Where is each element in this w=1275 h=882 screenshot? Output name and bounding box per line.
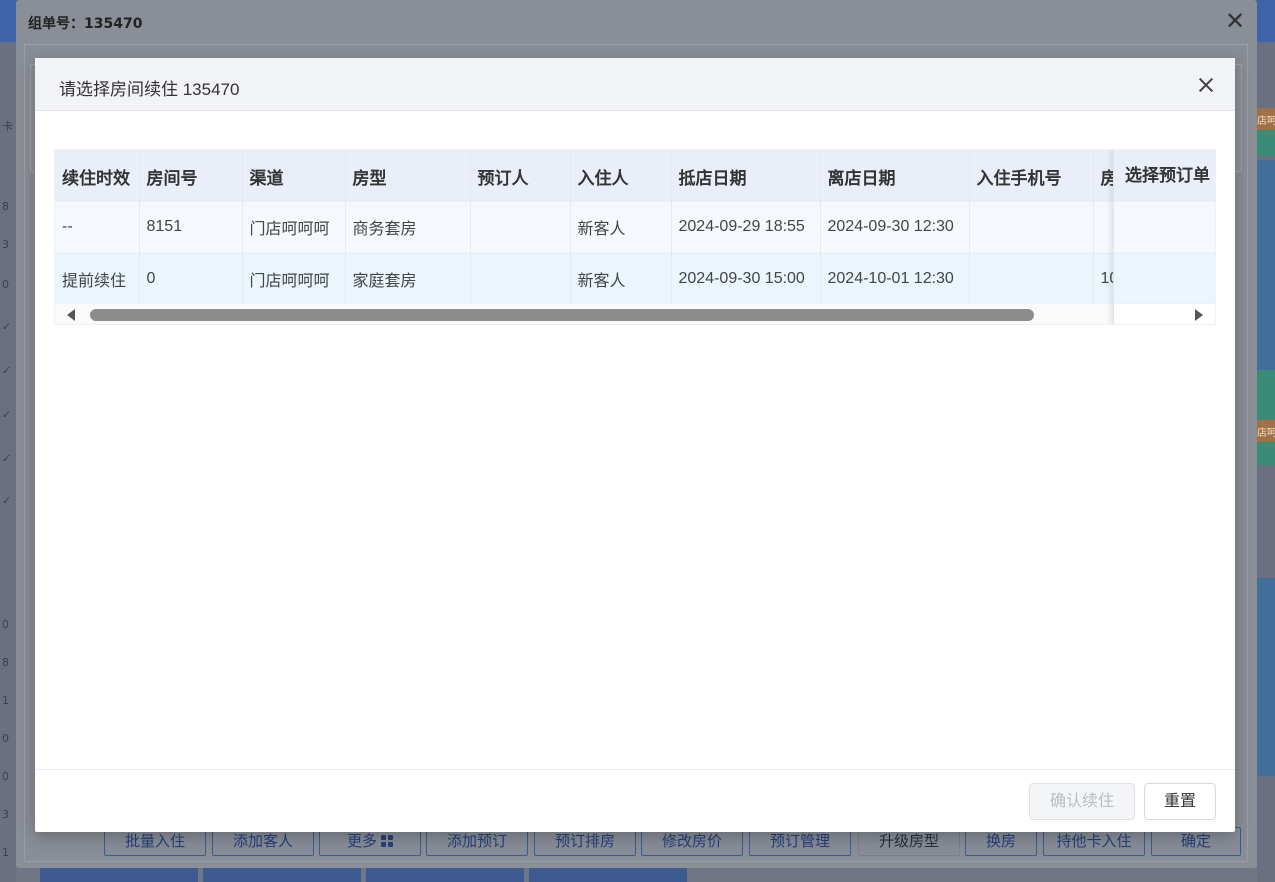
cell-room-type: 商务套房: [345, 202, 471, 254]
scroll-left-icon[interactable]: [67, 309, 75, 321]
cell-room-no: 0: [139, 253, 243, 305]
cell-departure: 2024-10-01 12:30: [820, 253, 970, 305]
cell-phone: [969, 202, 1094, 254]
cell-guest: 新客人: [570, 253, 672, 305]
left-strip-value: 3: [2, 238, 9, 251]
col-header-extend-type[interactable]: 续住时效: [55, 150, 140, 202]
rooms-table-grid: 续住时效 房间号 渠道 房型 预订人 入住人 抵店日期 离店日期 入住手机号 房…: [55, 150, 1134, 305]
bottom-tab[interactable]: [529, 868, 687, 882]
cell-guest: 新客人: [570, 202, 672, 254]
outer-dialog-title: 组单号：135470: [28, 16, 143, 32]
extend-stay-modal: 请选择房间续住 135470 续住时效 房间号 渠道 房型 预订人 入住人 抵店…: [35, 58, 1235, 832]
cell-room-type: 家庭套房: [345, 253, 471, 305]
check-icon: ✓: [2, 320, 12, 333]
modal-footer: 确认续住 重置: [35, 769, 1235, 832]
col-header-arrival[interactable]: 抵店日期: [671, 150, 821, 202]
cell-arrival: 2024-09-29 18:55: [671, 202, 821, 254]
cell-room-no: 8151: [139, 202, 243, 254]
modal-title: 请选择房间续住 135470: [59, 80, 240, 99]
horizontal-scrollbar[interactable]: [55, 304, 1113, 324]
room-card: [1257, 160, 1275, 370]
scrollbar-thumb[interactable]: [90, 309, 1034, 321]
cell-booker: [470, 202, 571, 254]
cell-channel: 门店呵呵呵: [242, 202, 346, 254]
confirm-extend-button[interactable]: 确认续住: [1029, 783, 1135, 820]
col-header-room-type[interactable]: 房型: [345, 150, 471, 202]
left-strip-value: 1: [2, 846, 9, 859]
bottom-tab[interactable]: [40, 868, 198, 882]
cell-select-booking[interactable]: [1114, 202, 1215, 253]
check-icon: ✓: [2, 452, 12, 465]
outer-close-icon[interactable]: ✕: [1222, 8, 1248, 34]
left-strip-value: 1: [2, 694, 9, 707]
cell-booker: [470, 253, 571, 305]
left-strip-value: 8: [2, 200, 9, 213]
cell-arrival: 2024-09-30 15:00: [671, 253, 821, 305]
rooms-table: 续住时效 房间号 渠道 房型 预订人 入住人 抵店日期 离店日期 入住手机号 房…: [54, 149, 1216, 325]
col-header-channel[interactable]: 渠道: [242, 150, 346, 202]
fixed-column-select-booking: 选择预订单: [1113, 150, 1215, 324]
left-strip-value: 0: [2, 618, 9, 631]
bottom-tab[interactable]: [203, 868, 361, 882]
more-button-label: 更多: [346, 833, 377, 850]
col-header-guest[interactable]: 入住人: [570, 150, 672, 202]
grid-icon: [381, 835, 393, 847]
table-row[interactable]: 提前续住 0 门店呵呵呵 家庭套房 新客人 2024-09-30 15:00 2…: [55, 253, 1134, 305]
col-header-booker[interactable]: 预订人: [470, 150, 571, 202]
close-icon[interactable]: [1193, 72, 1219, 98]
cell-phone: [969, 253, 1094, 305]
cell-channel: 门店呵呵呵: [242, 253, 346, 305]
col-header-departure[interactable]: 离店日期: [820, 150, 970, 202]
check-icon: ✓: [2, 494, 12, 507]
col-header-room-no[interactable]: 房间号: [139, 150, 243, 202]
left-strip-value: 0: [2, 278, 9, 291]
cell-extend-type: --: [55, 202, 140, 254]
left-strip-value: 3: [2, 808, 9, 821]
room-card: [1257, 370, 1275, 465]
check-icon: ✓: [2, 408, 12, 421]
reset-button[interactable]: 重置: [1144, 783, 1216, 820]
room-tag: 店呵: [1257, 108, 1275, 130]
check-icon: ✓: [2, 364, 12, 377]
left-strip-value: 0: [2, 770, 9, 783]
modal-header: 请选择房间续住 135470: [35, 58, 1235, 111]
col-header-phone[interactable]: 入住手机号: [969, 150, 1094, 202]
cell-select-booking[interactable]: [1114, 253, 1215, 304]
room-card: [1257, 578, 1275, 776]
table-header-row: 续住时效 房间号 渠道 房型 预订人 入住人 抵店日期 离店日期 入住手机号 房: [55, 150, 1134, 202]
cell-extend-type: 提前续住: [55, 253, 140, 305]
left-strip-value: 8: [2, 656, 9, 669]
left-strip: 卡 8 3 0 ✓ ✓ ✓ ✓ ✓ 0 8 1 0 0 3 1: [0, 42, 16, 882]
left-strip-value: 0: [2, 732, 9, 745]
room-tag: 店呵: [1257, 420, 1275, 442]
cell-departure: 2024-09-30 12:30: [820, 202, 970, 254]
scroll-right-icon[interactable]: [1195, 309, 1203, 321]
col-header-select-booking[interactable]: 选择预订单: [1114, 150, 1215, 202]
left-strip-value: 卡: [2, 120, 13, 133]
table-row[interactable]: -- 8151 门店呵呵呵 商务套房 新客人 2024-09-29 18:55 …: [55, 202, 1134, 254]
bottom-tab[interactable]: [366, 868, 524, 882]
